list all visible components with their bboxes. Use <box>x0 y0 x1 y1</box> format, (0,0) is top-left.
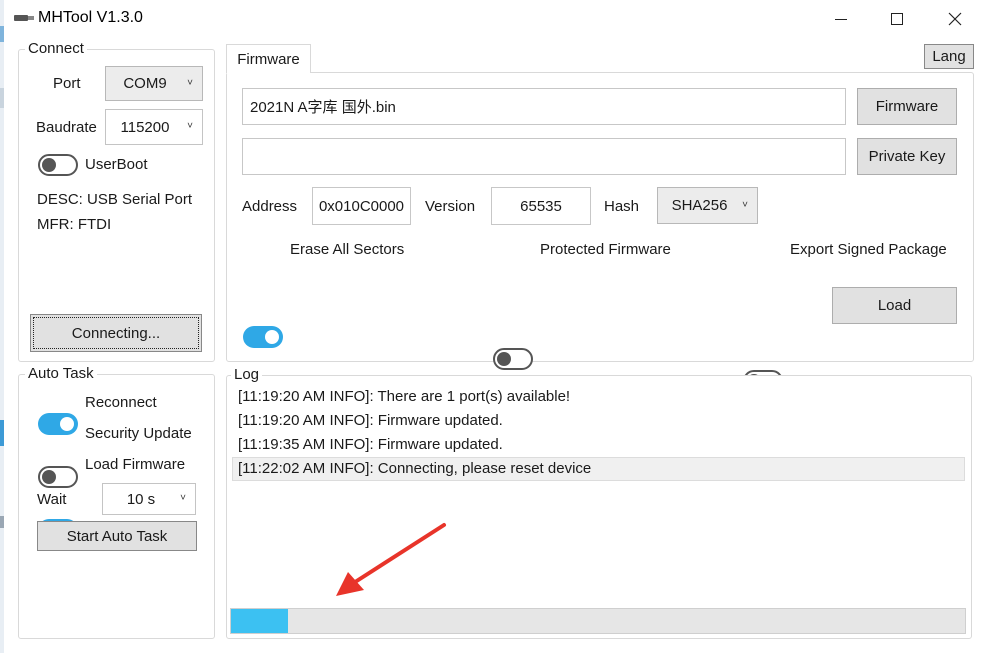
log-legend: Log <box>231 366 263 383</box>
chevron-down-icon: ˅ <box>180 492 186 504</box>
close-button[interactable] <box>931 0 979 38</box>
log-line: [11:19:20 AM INFO]: Firmware updated. <box>238 412 503 429</box>
baudrate-select[interactable]: 115200 ˅ <box>105 109 203 145</box>
private-key-label: Private Key <box>868 148 946 165</box>
hash-label: Hash <box>604 198 640 215</box>
baudrate-value: 115200 <box>120 118 170 136</box>
port-value: COM9 <box>123 75 167 92</box>
baudrate-label: Baudrate <box>36 119 97 136</box>
port-label: Port <box>53 75 81 92</box>
security-update-toggle[interactable] <box>38 466 78 488</box>
progress-bar <box>230 608 966 634</box>
firmware-browse-button[interactable]: Firmware <box>857 88 957 125</box>
load-button-label: Load <box>877 297 912 314</box>
log-line: [11:19:20 AM INFO]: There are 1 port(s) … <box>238 388 571 405</box>
erase-all-sectors-toggle[interactable] <box>243 326 283 348</box>
wait-select[interactable]: 10 s ˅ <box>102 483 196 515</box>
address-value: 0x010C0000 <box>318 197 405 215</box>
version-value: 65535 <box>520 197 562 215</box>
lang-button[interactable]: Lang <box>924 44 974 69</box>
userboot-toggle[interactable] <box>38 154 78 176</box>
maximize-button[interactable] <box>873 0 921 38</box>
window-title: MHTool V1.3.0 <box>38 9 143 26</box>
protected-firmware-toggle[interactable] <box>493 348 533 370</box>
hash-select[interactable]: SHA256 ˅ <box>657 187 758 224</box>
usb-stick-icon <box>14 15 34 21</box>
connect-button[interactable]: Connecting... <box>30 314 202 352</box>
wait-value: 10 s <box>126 490 156 508</box>
private-key-button[interactable]: Private Key <box>857 138 957 175</box>
maximize-icon <box>891 13 903 25</box>
start-auto-task-button[interactable]: Start Auto Task <box>37 521 197 551</box>
progress-fill <box>231 609 288 633</box>
private-key-input[interactable] <box>242 138 846 175</box>
annotation-arrow-icon <box>336 523 446 596</box>
wait-label: Wait <box>37 491 67 508</box>
background-window-edge <box>0 0 4 653</box>
firmware-path-input[interactable]: 2021N A字库 国外.bin <box>242 88 846 125</box>
reconnect-label: Reconnect <box>85 394 157 411</box>
chevron-down-icon: ˅ <box>187 120 193 132</box>
security-update-label: Security Update <box>85 425 192 442</box>
close-icon <box>948 12 962 26</box>
device-desc: DESC: USB Serial Port <box>37 191 193 208</box>
address-label: Address <box>242 198 298 215</box>
hash-value: SHA256 <box>671 197 728 214</box>
tab-firmware[interactable]: Firmware <box>226 44 311 73</box>
erase-all-sectors-label: Erase All Sectors <box>290 241 405 258</box>
minimize-button[interactable] <box>817 0 865 38</box>
connect-legend: Connect <box>25 40 87 57</box>
start-auto-task-label: Start Auto Task <box>66 527 168 545</box>
firmware-path-value: 2021N A字库 国外.bin <box>250 99 396 116</box>
log-line: [11:22:02 AM INFO]: Connecting, please r… <box>238 460 592 477</box>
version-input[interactable]: 65535 <box>491 187 591 225</box>
port-select[interactable]: COM9 ˅ <box>105 66 203 101</box>
export-signed-package-label: Export Signed Package <box>790 241 947 258</box>
device-mfr: MFR: FTDI <box>37 216 112 233</box>
reconnect-toggle[interactable] <box>38 413 78 435</box>
load-button[interactable]: Load <box>832 287 957 324</box>
chevron-down-icon: ˅ <box>187 76 193 88</box>
address-input[interactable]: 0x010C0000 <box>312 187 411 225</box>
load-firmware-label: Load Firmware <box>85 456 186 473</box>
log-line: [11:19:35 AM INFO]: Firmware updated. <box>238 436 503 453</box>
firmware-browse-label: Firmware <box>875 98 939 115</box>
tab-firmware-label: Firmware <box>237 50 300 68</box>
userboot-label: UserBoot <box>85 156 148 173</box>
version-label: Version <box>425 198 476 215</box>
auto-task-legend: Auto Task <box>25 365 97 382</box>
lang-label: Lang <box>932 48 966 65</box>
tab-join <box>227 71 310 74</box>
connect-button-label: Connecting... <box>71 324 161 342</box>
protected-firmware-label: Protected Firmware <box>540 241 671 258</box>
chevron-down-icon: ˅ <box>742 198 748 210</box>
minimize-icon <box>835 18 847 20</box>
